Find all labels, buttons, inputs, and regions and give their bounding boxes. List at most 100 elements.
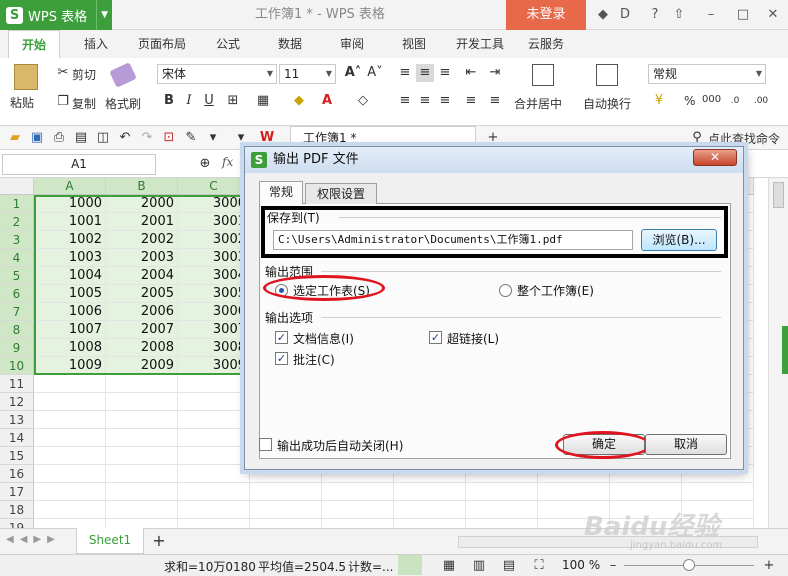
align-left-icon[interactable]: ≡: [396, 92, 414, 110]
export-pdf-icon[interactable]: ⊡: [160, 129, 178, 147]
grid-cell[interactable]: 2003: [106, 249, 178, 267]
grid-cell[interactable]: 2001: [106, 213, 178, 231]
grid-cell[interactable]: 3005: [178, 285, 250, 303]
zoom-icon[interactable]: ⊕: [196, 155, 214, 173]
grid-cell[interactable]: [178, 411, 250, 429]
tab-review[interactable]: 审阅: [340, 30, 364, 58]
grid-cell[interactable]: [466, 501, 538, 519]
name-box[interactable]: A1: [2, 154, 156, 175]
tab-data[interactable]: 数据: [278, 30, 302, 58]
hyperlink-checkbox[interactable]: ✓: [429, 331, 442, 344]
hyperlink-label[interactable]: 超链接(L): [447, 330, 499, 347]
tab-permissions[interactable]: 权限设置: [305, 183, 377, 204]
indent-increase-icon[interactable]: ⇥: [486, 64, 504, 82]
grid-cell[interactable]: [34, 519, 106, 528]
login-button[interactable]: 未登录: [506, 0, 586, 30]
grid-cell[interactable]: [106, 447, 178, 465]
minimize-icon[interactable]: –: [702, 6, 720, 24]
grid-cell[interactable]: 2008: [106, 339, 178, 357]
zoom-slider-thumb[interactable]: [683, 559, 695, 571]
grid-cell[interactable]: 1000: [34, 195, 106, 213]
sync-icon[interactable]: D: [616, 6, 634, 24]
grid-cell[interactable]: 1002: [34, 231, 106, 249]
row-header[interactable]: 9: [0, 339, 34, 357]
row-header[interactable]: 6: [0, 285, 34, 303]
open-folder-icon[interactable]: ▰: [6, 129, 24, 147]
print-preview-icon[interactable]: ▤: [72, 129, 90, 147]
grid-cell[interactable]: [106, 375, 178, 393]
row-header[interactable]: 11: [0, 375, 34, 393]
grid-cell[interactable]: [178, 375, 250, 393]
grid-cell[interactable]: [250, 519, 322, 528]
font-name-select[interactable]: 宋体 ▼: [157, 64, 277, 84]
grid-cell[interactable]: [178, 483, 250, 501]
auto-close-label[interactable]: 输出成功后自动关闭(H): [277, 437, 403, 454]
grid-cell[interactable]: [178, 429, 250, 447]
tab-home[interactable]: 开始: [8, 30, 60, 58]
grid-cell[interactable]: 1008: [34, 339, 106, 357]
grid-cell[interactable]: 1001: [34, 213, 106, 231]
grid-cell[interactable]: 1007: [34, 321, 106, 339]
docinfo-label[interactable]: 文档信息(I): [293, 330, 354, 347]
grid-cell[interactable]: 3003: [178, 249, 250, 267]
grid-cell[interactable]: 1006: [34, 303, 106, 321]
side-panel-handle[interactable]: [782, 326, 788, 374]
fill-color-icon[interactable]: ◆: [290, 92, 308, 110]
grid-cell[interactable]: [250, 501, 322, 519]
column-header[interactable]: A: [34, 178, 106, 195]
row-header[interactable]: 1: [0, 195, 34, 213]
help-icon[interactable]: ?: [646, 6, 664, 24]
dialog-close-button[interactable]: ✕: [693, 149, 737, 166]
grid-cell[interactable]: 1009: [34, 357, 106, 375]
grid-cell[interactable]: 2009: [106, 357, 178, 375]
grid-cell[interactable]: 2007: [106, 321, 178, 339]
grid-cell[interactable]: [538, 483, 610, 501]
grid-cell[interactable]: [34, 375, 106, 393]
skin-icon[interactable]: ◆: [594, 6, 612, 24]
row-header[interactable]: 14: [0, 429, 34, 447]
clear-format-icon[interactable]: ◇: [354, 92, 372, 110]
grid-cell[interactable]: [106, 411, 178, 429]
cut-button[interactable]: 剪切: [72, 66, 96, 83]
row-header[interactable]: 10: [0, 357, 34, 375]
save-path-input[interactable]: C:\Users\Administrator\Documents\工作簿1.pd…: [273, 230, 633, 250]
undo-icon[interactable]: ↶: [116, 129, 134, 147]
merge-center-button[interactable]: 合并居中: [514, 95, 562, 112]
grid-cell[interactable]: [322, 519, 394, 528]
row-header[interactable]: 5: [0, 267, 34, 285]
font-size-select[interactable]: 11 ▼: [279, 64, 336, 84]
sheet-nav-icon[interactable]: ◀◀▶▶: [6, 534, 61, 545]
grid-cell[interactable]: 3002: [178, 231, 250, 249]
grid-cell[interactable]: 3006: [178, 303, 250, 321]
tab-cloud[interactable]: 云服务: [528, 30, 564, 58]
row-header[interactable]: 8: [0, 321, 34, 339]
grid-cell[interactable]: 1005: [34, 285, 106, 303]
grid-cell[interactable]: 2000: [106, 195, 178, 213]
grid-cell[interactable]: [178, 447, 250, 465]
column-header[interactable]: C: [178, 178, 250, 195]
font-color-icon[interactable]: A: [318, 92, 336, 110]
row-header[interactable]: 16: [0, 465, 34, 483]
grid-cell[interactable]: [178, 519, 250, 528]
grid-cell[interactable]: 3004: [178, 267, 250, 285]
percent-button[interactable]: %: [684, 94, 695, 108]
increase-decimal-icon[interactable]: .0: [726, 92, 744, 110]
grid-cell[interactable]: [250, 483, 322, 501]
bold-icon[interactable]: B: [160, 92, 178, 110]
decrease-decimal-icon[interactable]: .00: [752, 92, 770, 110]
grid-cell[interactable]: 2006: [106, 303, 178, 321]
comments-checkbox[interactable]: ✓: [275, 352, 288, 365]
grid-cell[interactable]: 3007: [178, 321, 250, 339]
format-painter-button[interactable]: 格式刷: [105, 95, 141, 112]
row-header[interactable]: 15: [0, 447, 34, 465]
auto-close-checkbox[interactable]: [259, 438, 272, 451]
grid-cell[interactable]: [106, 519, 178, 528]
sheet-tab[interactable]: Sheet1: [76, 528, 144, 554]
select-all-corner[interactable]: [0, 178, 34, 195]
grid-cell[interactable]: [106, 483, 178, 501]
align-center-icon[interactable]: ≡: [416, 92, 434, 110]
page-layout-icon[interactable]: ▦: [440, 557, 458, 575]
print-icon[interactable]: ⎙: [50, 129, 68, 147]
tab-formulas[interactable]: 公式: [216, 30, 240, 58]
wrap-text-button[interactable]: 自动换行: [583, 95, 631, 112]
